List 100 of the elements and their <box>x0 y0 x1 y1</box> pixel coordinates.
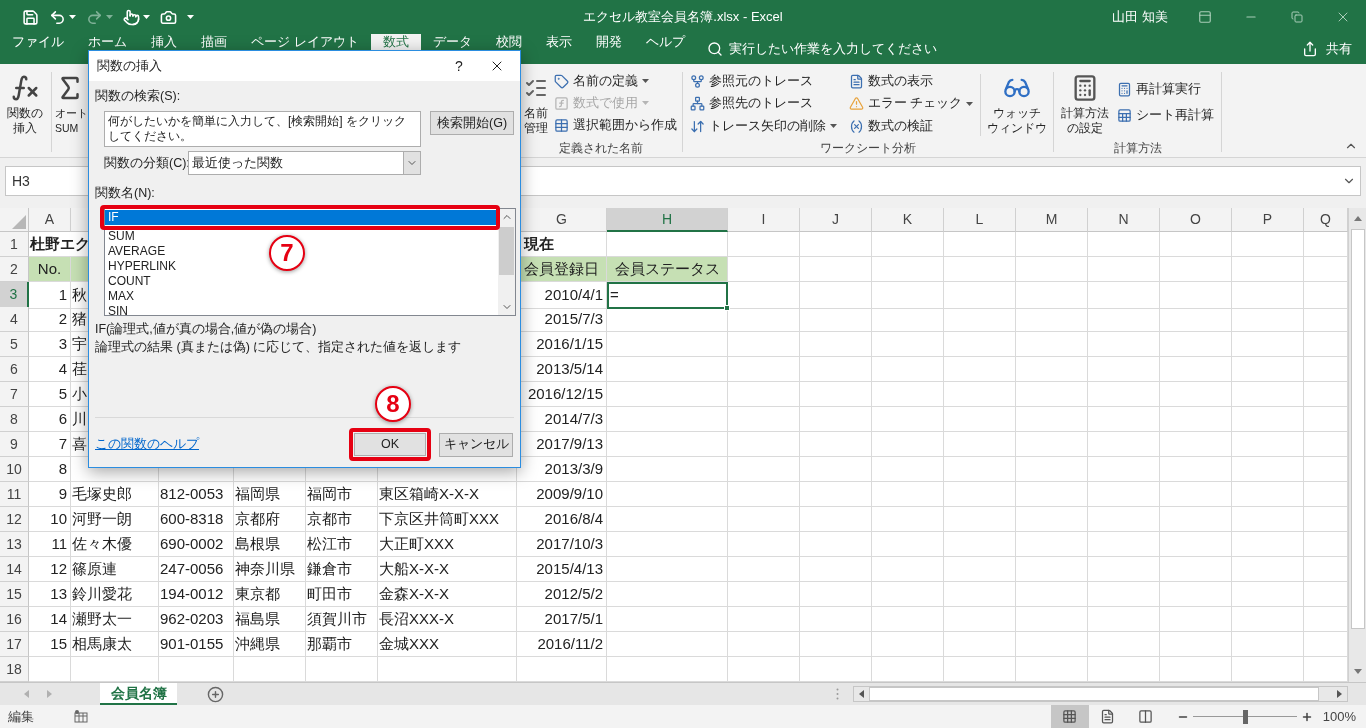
cell[interactable] <box>728 307 800 332</box>
cell[interactable] <box>1088 232 1160 257</box>
cell[interactable]: 松江市 <box>306 532 378 557</box>
ribbon-tab[interactable]: ファイル <box>0 34 76 64</box>
row-header[interactable]: 9 <box>0 432 29 457</box>
cell[interactable]: 2016/11/2 <box>517 632 607 657</box>
create-from-selection-button[interactable]: 選択範囲から作成 <box>551 114 680 136</box>
cell[interactable] <box>872 407 944 432</box>
cell[interactable] <box>728 282 800 309</box>
cell[interactable]: 5 <box>29 382 71 407</box>
cell[interactable]: 12 <box>29 557 71 582</box>
cell[interactable] <box>1232 457 1304 482</box>
help-link[interactable]: この関数のヘルプ <box>95 435 199 454</box>
cell[interactable]: 大正町XXX <box>378 532 517 557</box>
cell[interactable] <box>728 557 800 582</box>
cell[interactable] <box>872 532 944 557</box>
trace-precedents-button[interactable]: 参照元のトレース <box>687 70 840 92</box>
cell[interactable] <box>1016 307 1088 332</box>
column-header[interactable]: A <box>29 208 71 232</box>
cell[interactable] <box>800 232 872 257</box>
scroll-thumb[interactable] <box>1350 229 1365 629</box>
cell[interactable] <box>1232 332 1304 357</box>
show-formulas-button[interactable]: 数式の表示 <box>846 70 977 92</box>
cell[interactable] <box>728 257 800 282</box>
cell[interactable]: 2015/4/13 <box>517 557 607 582</box>
cell[interactable] <box>1016 632 1088 657</box>
cell[interactable]: 東区箱崎X-X-X <box>378 482 517 507</box>
name-manager-button[interactable]: 名前 管理 <box>521 68 551 138</box>
row-header[interactable]: 8 <box>0 407 29 432</box>
row-header[interactable]: 11 <box>0 482 29 507</box>
row-header[interactable]: 2 <box>0 257 29 282</box>
column-header[interactable]: Q <box>1304 208 1348 232</box>
search-field[interactable]: 何がしたいかを簡単に入力して、[検索開始] をクリックしてください。 <box>104 111 422 147</box>
cell[interactable] <box>607 482 728 507</box>
cell[interactable] <box>800 482 872 507</box>
row-header[interactable]: 1 <box>0 232 29 257</box>
cell[interactable] <box>872 607 944 632</box>
cell[interactable] <box>1232 632 1304 657</box>
cell[interactable]: 13 <box>29 582 71 607</box>
search-button[interactable]: 検索開始(G) <box>430 111 514 135</box>
list-scrollbar[interactable] <box>498 209 515 315</box>
cell[interactable] <box>1088 282 1160 309</box>
cell[interactable] <box>1016 282 1088 309</box>
cell[interactable]: 9 <box>29 482 71 507</box>
cell[interactable]: 福岡市 <box>306 482 378 507</box>
cell[interactable] <box>1232 582 1304 607</box>
vertical-scrollbar[interactable] <box>1348 208 1366 682</box>
cell[interactable] <box>800 582 872 607</box>
ok-button[interactable]: OK <box>354 433 426 456</box>
function-item[interactable]: SIN <box>105 304 131 319</box>
cell[interactable] <box>872 282 944 309</box>
cell[interactable]: 194-0012 <box>159 582 234 607</box>
function-item[interactable]: MAX <box>105 289 137 304</box>
cell[interactable] <box>872 582 944 607</box>
cancel-button[interactable]: キャンセル <box>439 432 513 457</box>
scroll-thumb[interactable] <box>499 227 514 275</box>
cell[interactable] <box>1160 307 1232 332</box>
row-header[interactable]: 13 <box>0 532 29 557</box>
help-button[interactable]: ? <box>444 51 474 81</box>
cell[interactable] <box>1088 457 1160 482</box>
cell[interactable] <box>1016 607 1088 632</box>
cell[interactable] <box>728 532 800 557</box>
cell[interactable] <box>1016 507 1088 532</box>
cell[interactable] <box>1160 382 1232 407</box>
cell[interactable] <box>728 482 800 507</box>
cell[interactable]: 2016/8/4 <box>517 507 607 532</box>
cell[interactable]: 2 <box>29 307 71 332</box>
column-header[interactable]: P <box>1232 208 1304 232</box>
zoom-thumb[interactable] <box>1242 709 1248 724</box>
cell[interactable] <box>800 332 872 357</box>
cell[interactable] <box>944 257 1016 282</box>
cell[interactable]: 大船X-X-X <box>378 557 517 582</box>
right-arrow-icon[interactable] <box>1337 690 1342 698</box>
error-checking-button[interactable]: エラー チェック <box>846 92 977 115</box>
cell[interactable] <box>800 607 872 632</box>
insert-function-button[interactable]: 関数の 挿入 <box>2 68 48 138</box>
cell[interactable] <box>1160 357 1232 382</box>
cell[interactable] <box>872 382 944 407</box>
ribbon-tab[interactable]: ヘルプ <box>633 34 697 64</box>
sheet-tab[interactable]: 会員名簿 <box>100 683 177 705</box>
cell[interactable] <box>1232 532 1304 557</box>
cell[interactable] <box>872 257 944 282</box>
cell[interactable] <box>1016 257 1088 282</box>
cell[interactable] <box>1088 257 1160 282</box>
trace-dependents-button[interactable]: 参照先のトレース <box>687 92 840 115</box>
cell[interactable]: 鎌倉市 <box>306 557 378 582</box>
cell[interactable] <box>607 607 728 632</box>
cell[interactable]: 247-0056 <box>159 557 234 582</box>
cell[interactable]: 8 <box>29 457 71 482</box>
cell[interactable] <box>607 507 728 532</box>
cell[interactable] <box>1160 432 1232 457</box>
cell[interactable] <box>728 382 800 407</box>
cell[interactable] <box>1088 407 1160 432</box>
cell[interactable] <box>800 307 872 332</box>
cell[interactable] <box>944 332 1016 357</box>
cell[interactable] <box>1160 632 1232 657</box>
macro-record-icon[interactable] <box>74 710 88 723</box>
cell[interactable] <box>1088 357 1160 382</box>
cell[interactable] <box>800 257 872 282</box>
cell[interactable] <box>728 457 800 482</box>
